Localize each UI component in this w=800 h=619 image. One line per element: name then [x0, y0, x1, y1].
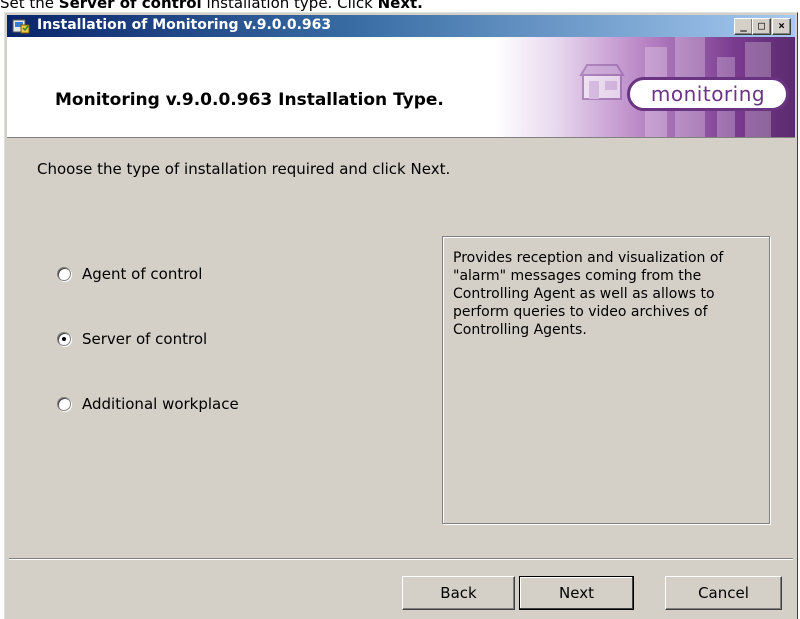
- caption-prefix: Set the: [0, 0, 59, 12]
- back-button[interactable]: Back: [402, 576, 515, 610]
- installer-window: Installation of Monitoring v.9.0.0.963 _…: [4, 12, 798, 619]
- instruction-text: Choose the type of installation required…: [37, 160, 451, 178]
- installer-app-icon: [12, 19, 30, 34]
- page-title: Monitoring v.9.0.0.963 Installation Type…: [55, 90, 444, 110]
- radio-label[interactable]: Additional workplace: [82, 395, 239, 413]
- store-icon: [579, 64, 625, 100]
- window-title: Installation of Monitoring v.9.0.0.963: [37, 17, 332, 33]
- option-additional-workplace[interactable]: Additional workplace: [57, 394, 239, 414]
- instruction-caption: Set the Server of control installation t…: [0, 0, 423, 12]
- title-bar[interactable]: Installation of Monitoring v.9.0.0.963 _…: [7, 15, 795, 37]
- cancel-button[interactable]: Cancel: [665, 576, 782, 610]
- radio-label[interactable]: Agent of control: [82, 265, 202, 283]
- close-button[interactable]: ×: [772, 18, 791, 35]
- radio-dot: [62, 337, 66, 341]
- radio-button[interactable]: [57, 397, 71, 411]
- header-banner: Monitoring v.9.0.0.963 Installation Type…: [7, 37, 795, 138]
- caption-middle: installation type. Click: [201, 0, 378, 12]
- minimize-button[interactable]: _: [734, 18, 753, 35]
- radio-button-selected[interactable]: [57, 332, 71, 346]
- monitoring-logo: monitoring: [627, 77, 789, 111]
- next-button[interactable]: Next: [519, 576, 634, 610]
- caption-bold-next: Next.: [377, 0, 423, 12]
- option-server-of-control[interactable]: Server of control: [57, 329, 207, 349]
- radio-button[interactable]: [57, 267, 71, 281]
- radio-label[interactable]: Server of control: [82, 330, 207, 348]
- footer-divider: [9, 558, 793, 560]
- option-agent-of-control[interactable]: Agent of control: [57, 264, 202, 284]
- maximize-button[interactable]: □: [752, 18, 771, 35]
- option-description: Provides reception and visualization of …: [442, 236, 770, 524]
- caption-bold-option: Server of control: [58, 0, 202, 12]
